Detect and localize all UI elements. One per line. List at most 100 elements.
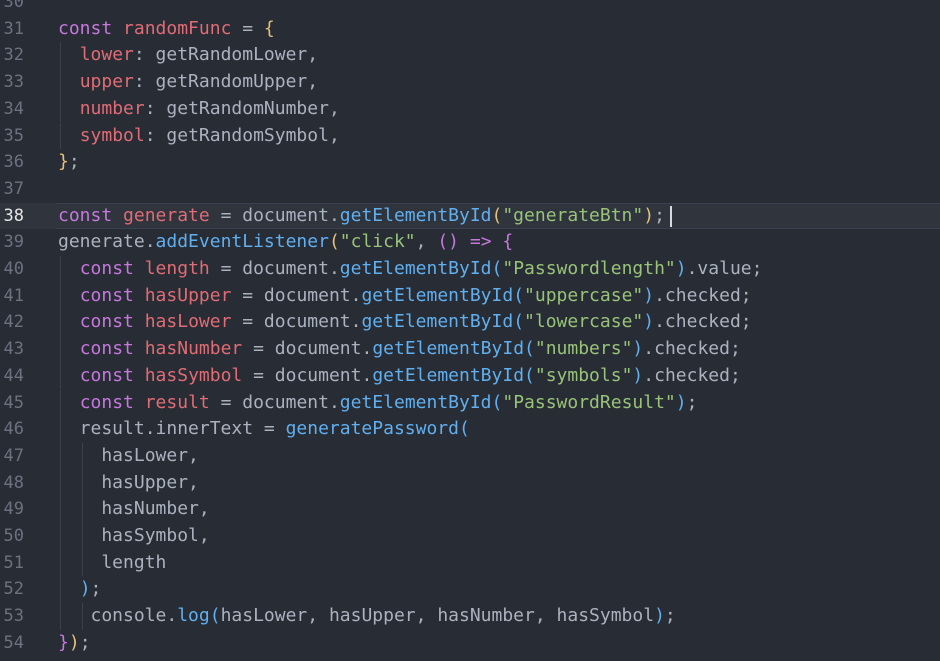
code-token: ) — [632, 364, 644, 386]
line-number: 50 — [3, 526, 24, 546]
code-token: .checked; — [643, 338, 741, 360]
code-line[interactable]: 37 — [0, 176, 940, 203]
code-line[interactable]: 51 length — [0, 549, 940, 577]
code-token: : getRandomLower, — [133, 44, 319, 66]
code-token: .checked; — [654, 284, 752, 306]
code-line[interactable]: 35 symbol: getRandomSymbol, — [0, 122, 940, 150]
code-token: { — [263, 17, 275, 39]
code-text: hasUpper, — [58, 470, 199, 497]
code-token: hasLower, hasUpper, hasNumber, hasSymbol — [220, 605, 655, 627]
code-token: ( — [513, 311, 525, 333]
code-token: ( — [328, 231, 340, 253]
text-cursor — [670, 205, 672, 227]
code-line[interactable]: 38 const generate = document.getElementBy… — [0, 202, 940, 230]
code-text: upper: getRandomUpper, — [58, 69, 318, 96]
code-text: const randomFunc = { — [58, 16, 275, 43]
code-line[interactable]: 42 const hasLower = document.getElementB… — [0, 309, 940, 337]
code-line[interactable]: 34 number: getRandomNumber, — [0, 95, 940, 123]
code-token: lower — [79, 44, 134, 66]
code-line[interactable]: 52 ); — [0, 576, 940, 604]
code-line[interactable]: 48 hasUpper, — [0, 469, 940, 497]
line-number: 45 — [3, 392, 24, 413]
code-token: const — [79, 311, 134, 333]
code-line[interactable]: 40 const length = document.getElementByI… — [0, 256, 940, 283]
code-token: generate. — [58, 231, 156, 253]
code-text: generate.addEventListener("click", () =>… — [58, 229, 513, 256]
code-token: const — [79, 338, 134, 360]
code-token: .checked; — [643, 364, 741, 386]
code-line[interactable]: 53 console.log(hasLower, hasUpper, hasNu… — [0, 603, 940, 630]
line-number: 39 — [3, 232, 24, 253]
code-line[interactable]: 47 hasLower, — [0, 442, 940, 470]
line-number: 41 — [3, 285, 24, 306]
code-token: ( — [513, 284, 525, 306]
code-token: ) — [643, 204, 655, 226]
code-line[interactable]: 46 result.innerText = generatePassword( — [0, 416, 940, 443]
code-token: const — [79, 364, 134, 386]
line-number: 37 — [3, 178, 24, 199]
code-text: const hasSymbol = document.getElementByI… — [58, 363, 741, 390]
code-line[interactable]: 50 hasSymbol, — [0, 523, 940, 550]
code-token: addEventListener — [155, 231, 329, 253]
code-token: .checked; — [654, 311, 752, 333]
code-line[interactable]: 39 generate.addEventListener("click", () … — [0, 229, 940, 256]
line-number: 52 — [3, 579, 24, 600]
code-line[interactable]: 33 upper: getRandomUpper, — [0, 69, 940, 96]
code-token: symbol — [79, 124, 145, 146]
code-token: "generateBtn" — [502, 204, 644, 226]
code-token: ( — [524, 338, 535, 360]
code-token: generate — [123, 204, 210, 226]
code-token: hasNumber — [144, 338, 243, 360]
code-line[interactable]: 45 const result = document.getElementByI… — [0, 389, 940, 417]
code-token: .value; — [686, 258, 763, 279]
code-token: getElementById — [339, 258, 492, 279]
code-token: ; — [686, 391, 698, 413]
code-token: log — [177, 605, 210, 627]
code-text: console.log(hasLower, hasUpper, hasNumbe… — [58, 603, 676, 630]
line-number: 47 — [3, 445, 24, 466]
code-token: = document. — [209, 204, 340, 226]
code-token: getElementById — [339, 391, 492, 413]
code-token: ( — [491, 391, 503, 413]
code-text: }); — [58, 630, 91, 657]
code-token: generatePassword — [285, 418, 459, 440]
line-number: 40 — [3, 259, 24, 279]
code-editor[interactable]: 30 31 const randomFunc = {32 lower: getRan… — [0, 0, 940, 661]
line-number: 31 — [3, 18, 24, 39]
code-text: const hasLower = document.getElementById… — [58, 309, 752, 336]
line-number: 35 — [3, 125, 24, 146]
code-line[interactable]: 54}); — [0, 630, 940, 657]
code-token: "Passwordlength" — [502, 258, 676, 279]
code-token: const — [79, 284, 134, 306]
code-text: const hasNumber = document.getElementByI… — [58, 336, 741, 363]
code-token: getElementById — [372, 338, 525, 360]
code-token: () — [437, 231, 460, 253]
code-text: hasNumber, — [58, 496, 209, 523]
code-line[interactable]: 30 — [0, 0, 940, 16]
code-token: = document. — [242, 338, 373, 360]
code-token: length — [58, 551, 167, 573]
code-token: upper — [79, 71, 134, 93]
code-line[interactable]: 36}; — [0, 149, 940, 176]
code-token: hasLower — [144, 311, 232, 333]
code-line[interactable]: 43 const hasNumber = document.getElement… — [0, 336, 940, 363]
code-text: const generate = document.getElementById… — [58, 203, 665, 230]
code-token: const — [58, 17, 113, 39]
code-line[interactable]: 44 const hasSymbol = document.getElement… — [0, 362, 940, 390]
code-line[interactable]: 32 lower: getRandomLower, — [0, 42, 940, 70]
code-line[interactable]: 49 hasNumber, — [0, 496, 940, 523]
line-number: 44 — [3, 365, 24, 386]
code-text: length — [58, 550, 166, 577]
code-line[interactable]: 41 const hasUpper = document.getElementB… — [0, 282, 940, 310]
code-token: "numbers" — [534, 338, 633, 360]
code-token: ) — [643, 311, 655, 333]
code-line[interactable]: 31 const randomFunc = { — [0, 16, 940, 43]
